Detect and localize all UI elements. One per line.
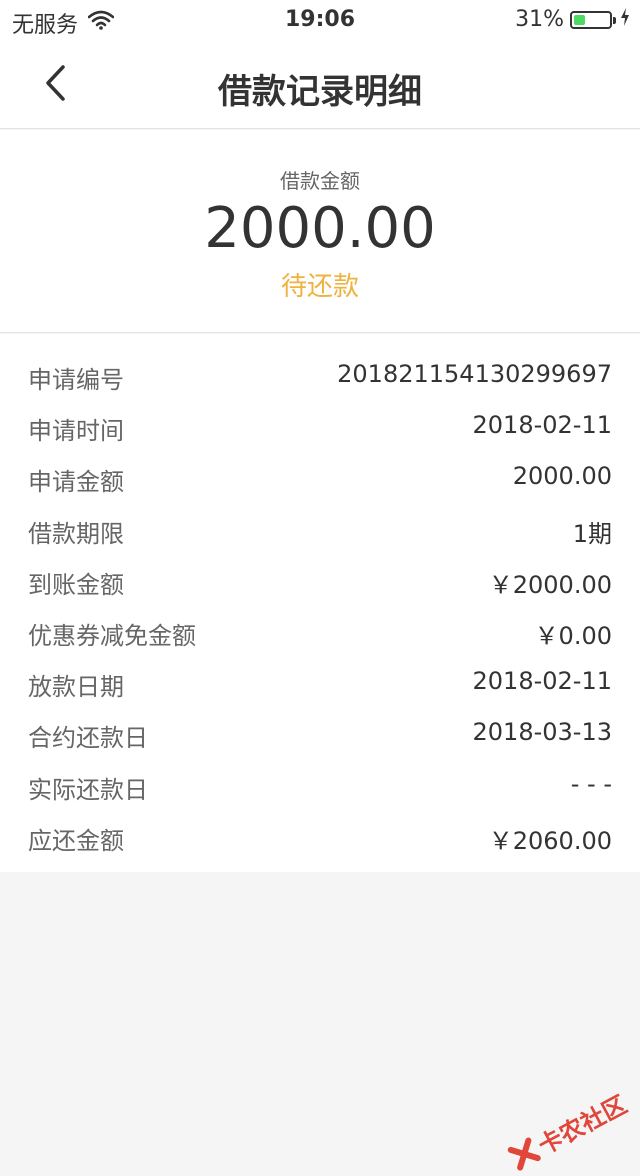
detail-row-coupon-discount: 优惠券减免金额 ￥0.00 xyxy=(0,604,640,655)
detail-label: 申请时间 xyxy=(28,411,124,446)
detail-row-application-time: 申请时间 2018-02-11 xyxy=(0,399,640,450)
detail-row-amount-due: 应还金额 ￥2060.00 xyxy=(0,809,640,860)
loan-summary-card: 借款金额 2000.00 待还款 xyxy=(0,130,640,333)
detail-label: 应还金额 xyxy=(28,821,124,856)
detail-value: ￥2000.00 xyxy=(489,565,612,600)
detail-row-loan-term: 借款期限 1期 xyxy=(0,502,640,553)
battery-percentage: 31% xyxy=(515,7,564,32)
detail-value: 2018-02-11 xyxy=(473,667,612,695)
loan-amount-value: 2000.00 xyxy=(0,196,640,261)
detail-label: 到账金额 xyxy=(28,565,124,600)
detail-row-contract-repayment-date: 合约还款日 2018-03-13 xyxy=(0,706,640,757)
detail-row-actual-repayment-date: 实际还款日 - - - xyxy=(0,758,640,809)
detail-label: 合约还款日 xyxy=(28,718,148,753)
battery-status: 31% xyxy=(515,7,630,32)
status-bar: 无服务 19:06 31% xyxy=(0,0,640,40)
detail-value: 2018-02-11 xyxy=(473,411,612,439)
navigation-bar: 借款记录明细 xyxy=(0,40,640,129)
watermark: 卡农社区 xyxy=(504,1085,632,1175)
detail-row-application-number: 申请编号 201821154130299697 xyxy=(0,348,640,399)
detail-value: 2018-03-13 xyxy=(473,718,612,746)
loan-status-badge: 待还款 xyxy=(0,266,640,303)
detail-row-disbursement-date: 放款日期 2018-02-11 xyxy=(0,655,640,706)
detail-value: 201821154130299697 xyxy=(337,360,612,388)
detail-label: 放款日期 xyxy=(28,667,124,702)
detail-value: ￥0.00 xyxy=(535,616,612,651)
loan-amount-label: 借款金额 xyxy=(0,165,640,194)
detail-value: ￥2060.00 xyxy=(489,821,612,856)
detail-label: 优惠券减免金额 xyxy=(28,616,196,651)
detail-value: 2000.00 xyxy=(513,462,612,490)
detail-row-application-amount: 申请金额 2000.00 xyxy=(0,450,640,501)
battery-level xyxy=(574,15,585,25)
detail-label: 借款期限 xyxy=(28,514,124,549)
battery-icon xyxy=(570,11,612,29)
page-title: 借款记录明细 xyxy=(0,64,640,113)
detail-label: 实际还款日 xyxy=(28,770,148,805)
detail-label: 申请编号 xyxy=(28,360,124,395)
charging-icon xyxy=(620,7,630,32)
detail-value: - - - xyxy=(571,770,612,798)
detail-label: 申请金额 xyxy=(28,462,124,497)
watermark-text: 卡农社区 xyxy=(531,1085,632,1161)
detail-row-received-amount: 到账金额 ￥2000.00 xyxy=(0,553,640,604)
detail-value: 1期 xyxy=(573,514,612,549)
loan-detail-list: 申请编号 201821154130299697 申请时间 2018-02-11 … xyxy=(0,334,640,872)
